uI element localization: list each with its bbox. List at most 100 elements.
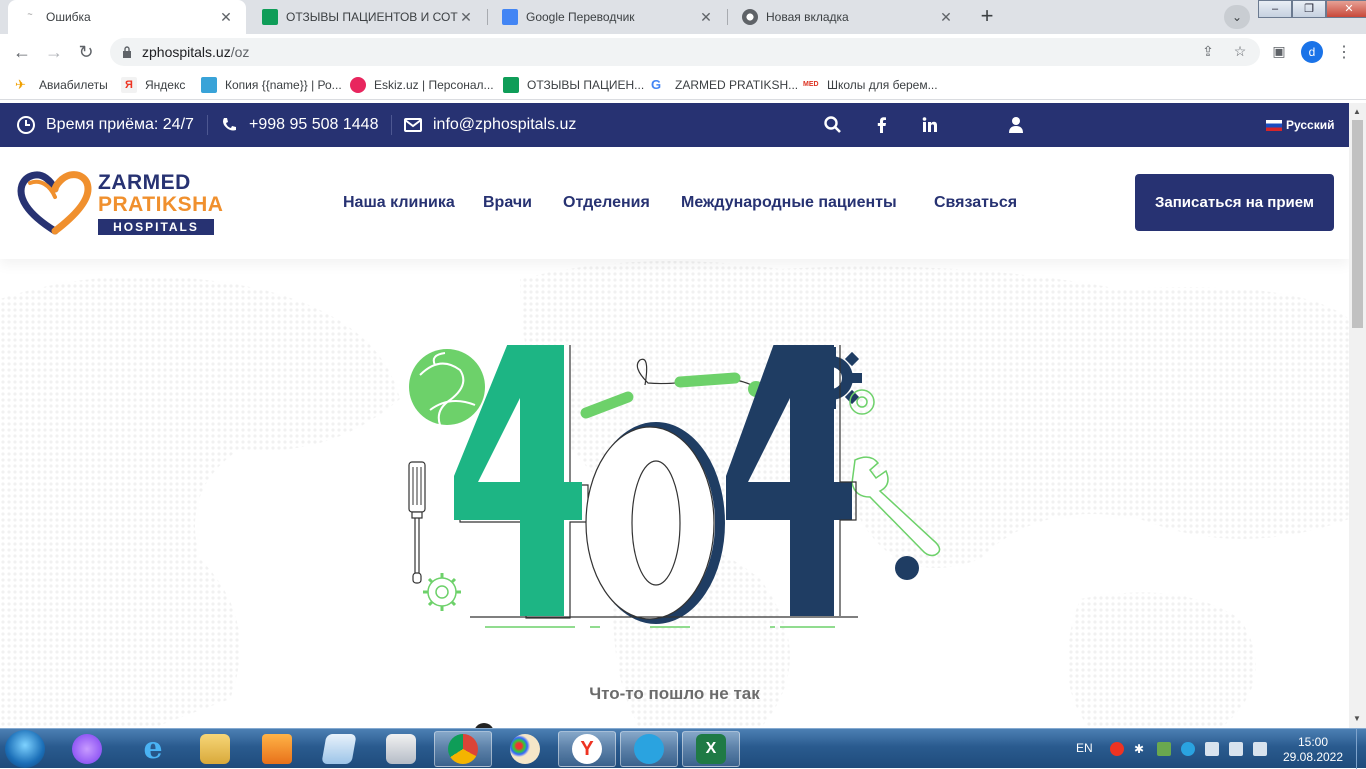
calculator-icon: [386, 734, 416, 764]
top-info-bar: Время приёма: 24/7 +998 95 508 1448 info…: [0, 103, 1349, 147]
share-icon[interactable]: ⇪: [1199, 43, 1217, 61]
window-controls: – ❐ ✕: [1258, 0, 1366, 18]
system-clock[interactable]: 15:00 29.08.2022: [1280, 735, 1346, 765]
book-appointment-button[interactable]: Записаться на прием: [1135, 174, 1334, 231]
network-icon[interactable]: [1205, 742, 1219, 756]
excel-icon: X: [696, 734, 726, 764]
taskbar-paint[interactable]: [496, 731, 554, 767]
taskbar-notes[interactable]: [310, 731, 368, 767]
language-switcher[interactable]: Русский: [1266, 118, 1335, 132]
error-404-illustration: [408, 345, 941, 628]
url-path: /oz: [230, 44, 250, 60]
volume-icon[interactable]: [1253, 742, 1267, 756]
site-logo[interactable]: ZARMED PRATIKSHA HOSPITALS: [16, 169, 223, 235]
reload-button[interactable]: ↻: [74, 40, 98, 64]
taskbar-telegram[interactable]: [620, 731, 678, 767]
side-panel-icon[interactable]: ▣: [1270, 43, 1288, 61]
yandex-tray-icon[interactable]: [1110, 742, 1124, 756]
bookmark-item[interactable]: ОТЗЫВЫ ПАЦИЕН...: [503, 77, 644, 93]
taskbar-ie[interactable]: e: [124, 731, 182, 767]
nav-contact[interactable]: Связаться: [934, 194, 1017, 212]
address-bar[interactable]: zphospitals.uz/oz ⇪ ☆: [110, 38, 1260, 66]
profile-avatar[interactable]: d: [1301, 41, 1323, 63]
tab-strip: ~ Ошибка ✕ ОТЗЫВЫ ПАЦИЕНТОВ И СОТРУДНИ ✕…: [0, 0, 1366, 34]
scroll-down-arrow-icon[interactable]: ▼: [1353, 714, 1361, 723]
maximize-button[interactable]: ❐: [1292, 0, 1326, 18]
tab-label: Новая вкладка: [766, 10, 849, 24]
wrench-icon: [851, 456, 941, 557]
taskbar-media[interactable]: [248, 731, 306, 767]
browser-menu-icon[interactable]: ⋮: [1336, 42, 1352, 62]
app-tray-icon[interactable]: [1157, 742, 1171, 756]
ie-icon: e: [143, 731, 163, 766]
bookmark-label: Eskiz.uz | Персонал...: [374, 78, 494, 92]
media-player-icon: [262, 734, 292, 764]
logo-line3: HOSPITALS: [98, 219, 214, 235]
page-scrollbar[interactable]: ▲ ▼: [1349, 103, 1366, 728]
email-text: info@zphospitals.uz: [433, 116, 577, 133]
med-icon: MED: [803, 81, 819, 88]
phone-item[interactable]: +998 95 508 1448: [219, 115, 378, 135]
phone-icon: [223, 118, 236, 131]
forward-button[interactable]: →: [42, 40, 66, 64]
linkedin-icon[interactable]: [920, 115, 940, 135]
minimize-button[interactable]: –: [1258, 0, 1292, 18]
nav-international-patients[interactable]: Международные пациенты: [681, 194, 897, 212]
power-icon[interactable]: [1229, 742, 1243, 756]
tab-new-tab[interactable]: Новая вкладка ✕: [728, 0, 966, 34]
bookmark-star-icon[interactable]: ☆: [1231, 43, 1249, 61]
start-button[interactable]: [5, 730, 45, 768]
tab-reviews[interactable]: ОТЗЫВЫ ПАЦИЕНТОВ И СОТРУДНИ ✕: [248, 0, 486, 34]
input-language[interactable]: EN: [1076, 741, 1093, 755]
folder-icon: [200, 734, 230, 764]
nav-departments[interactable]: Отделения: [563, 194, 650, 212]
url-host: zphospitals.uz: [142, 44, 231, 60]
close-icon[interactable]: ✕: [218, 9, 234, 25]
tab-error[interactable]: ~ Ошибка ✕: [8, 0, 246, 34]
close-icon[interactable]: ✕: [698, 9, 714, 25]
taskbar-alice[interactable]: [58, 731, 116, 767]
bookmark-item[interactable]: Копия {{name}} | Ро...: [201, 77, 342, 93]
tab-label: Ошибка: [46, 10, 91, 24]
bookmark-item[interactable]: Eskiz.uz | Персонал...: [350, 77, 494, 93]
tab-translate[interactable]: Google Переводчик ✕: [488, 0, 726, 34]
lock-icon: [123, 46, 131, 58]
sheets-icon: [503, 77, 519, 93]
nav-doctors[interactable]: Врачи: [483, 194, 532, 212]
tab-search-button[interactable]: ⌄: [1224, 5, 1250, 29]
taskbar-chrome[interactable]: [434, 731, 492, 767]
scroll-up-arrow-icon[interactable]: ▲: [1353, 107, 1361, 116]
plane-icon: ✈: [15, 77, 26, 92]
bookmark-item[interactable]: MED Школы для берем...: [803, 77, 938, 93]
bookmark-label: Яндекс: [145, 78, 186, 92]
user-icon[interactable]: [1006, 115, 1026, 135]
error-message: Что-то пошло не так: [589, 684, 760, 703]
close-icon[interactable]: ✕: [938, 9, 954, 25]
site-header: ZARMED PRATIKSHA HOSPITALS Наша клиника …: [0, 147, 1349, 259]
search-icon[interactable]: [823, 115, 843, 135]
close-icon[interactable]: ✕: [458, 9, 474, 25]
tab-label: ОТЗЫВЫ ПАЦИЕНТОВ И СОТРУДНИ: [286, 10, 458, 24]
bookmark-item[interactable]: Я Яндекс: [121, 77, 185, 93]
close-window-button[interactable]: ✕: [1326, 0, 1366, 18]
bookmark-item[interactable]: ✈ Авиабилеты: [15, 77, 108, 93]
phone-text: +998 95 508 1448: [249, 116, 379, 133]
scroll-thumb[interactable]: [1352, 120, 1363, 328]
show-desktop-button[interactable]: [1356, 729, 1366, 769]
paint-icon: [510, 734, 540, 764]
bookmark-label: ZARMED PRATIKSH...: [675, 78, 799, 92]
taskbar-yandex[interactable]: Y: [558, 731, 616, 767]
facebook-icon[interactable]: [872, 115, 892, 135]
taskbar-explorer[interactable]: [186, 731, 244, 767]
notepad-icon: [321, 734, 357, 764]
back-button[interactable]: ←: [10, 40, 34, 64]
divider: [207, 115, 208, 135]
new-tab-button[interactable]: +: [973, 4, 1001, 30]
taskbar-excel[interactable]: X: [682, 731, 740, 767]
bookmark-item[interactable]: G ZARMED PRATIKSH...: [651, 77, 798, 93]
bluetooth-icon[interactable]: ✱: [1134, 742, 1148, 756]
nav-our-clinic[interactable]: Наша клиника: [343, 194, 455, 212]
telegram-tray-icon[interactable]: [1181, 742, 1195, 756]
email-item[interactable]: info@zphospitals.uz: [403, 115, 576, 135]
taskbar-calculator[interactable]: [372, 731, 430, 767]
